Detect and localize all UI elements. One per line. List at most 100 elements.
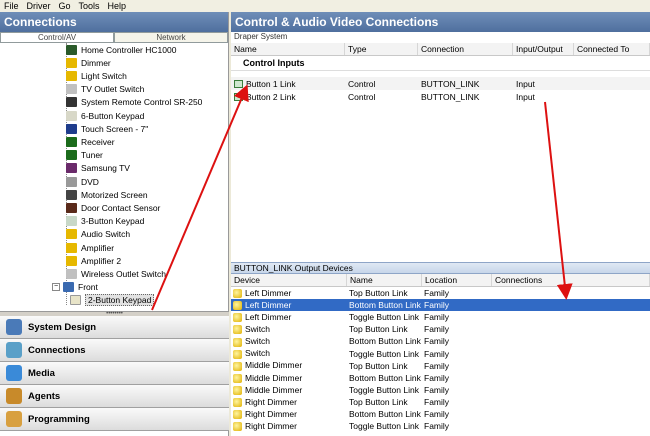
tree-item[interactable]: Dimmer [66,56,111,69]
tree-item[interactable]: Tuner [66,149,103,162]
dimmer-icon [233,337,242,347]
tree-item-front[interactable]: − Front [52,281,98,294]
nav-icon [6,365,22,381]
collapse-icon[interactable]: − [52,283,60,292]
col-input-output[interactable]: Input/Output [513,43,574,55]
output-device-cell: Switch [231,348,347,359]
dimmer-icon [233,301,242,311]
tree-item[interactable]: Motorized Screen [66,188,148,201]
nav-button[interactable]: Media [0,362,229,385]
tree-item[interactable]: 3-Button Keypad [66,215,144,228]
col-connected-to[interactable]: Connected To [574,43,650,55]
tree-item[interactable]: 6-Button Keypad [66,109,144,122]
nav-button[interactable]: Connections [0,339,229,362]
device-icon [66,268,77,279]
output-name-cell: Bottom Button Link [349,300,421,311]
av-connections-title: Control & Audio Video Connections [231,12,650,32]
tree-item[interactable]: Amplifier 2 [66,254,121,267]
dimmer-icon [233,361,242,371]
nav-button[interactable]: Programming [0,408,229,431]
output-device-row[interactable]: Right Dimmer Bottom Button Link Family [231,408,650,420]
output-location-cell: Family [424,396,450,407]
tree-item-label: Light Switch [81,70,127,81]
device-icon [66,136,77,147]
device-icon [66,150,77,161]
output-device-row[interactable]: Left Dimmer Toggle Button Link Family [231,311,650,323]
menu-driver[interactable]: Driver [23,1,55,11]
tree-item[interactable]: Home Controller HC1000 [66,43,176,56]
output-device-row[interactable]: Middle Dimmer Toggle Button Link Family [231,384,650,396]
tree-item-label: Samsung TV [81,163,130,174]
output-device-row[interactable]: Switch Top Button Link Family [231,323,650,335]
control-input-row[interactable]: Button 2 Link Control BUTTON_LINK Input [231,90,650,103]
input-name-cell: Button 2 Link [231,92,345,102]
output-name-cell: Bottom Button Link [349,408,421,419]
tab-control-av[interactable]: Control/AV [0,32,114,42]
input-type-cell: Control [348,78,376,89]
menu-tools[interactable]: Tools [75,1,104,11]
output-device-row[interactable]: Switch Toggle Button Link Family [231,347,650,359]
output-device-row[interactable]: Left Dimmer Top Button Link Family [231,287,650,299]
nav-button-label: Media [28,367,55,379]
nav-button[interactable]: Agents [0,385,229,408]
system-name: Draper System [231,32,650,43]
tree-item[interactable]: Amplifier [66,241,114,254]
dimmer-icon [233,349,242,359]
tree-item[interactable]: Receiver [66,135,115,148]
tree-item[interactable]: Door Contact Sensor [66,201,160,214]
tree-item[interactable]: Light Switch [66,69,127,82]
tree-item-label: Door Contact Sensor [81,202,161,213]
link-icon [234,93,243,102]
col-device[interactable]: Device [231,274,347,286]
control-input-row[interactable]: Button 1 Link Control BUTTON_LINK Input [231,77,650,90]
output-device-row[interactable]: Right Dimmer Top Button Link Family [231,396,650,408]
menu-help[interactable]: Help [104,1,131,11]
menu-file[interactable]: File [0,1,23,11]
col-connections[interactable]: Connections [492,274,650,286]
tree-item-label: 2-Button Keypad [85,294,155,307]
control-inputs-list: Button 1 Link Control BUTTON_LINK Input Butt… [231,77,650,103]
tree-item-label: Receiver [81,136,115,147]
output-location-cell: Family [424,300,450,311]
col-location[interactable]: Location [422,274,492,286]
output-device-row[interactable]: Middle Dimmer Top Button Link Family [231,360,650,372]
nav-button[interactable]: System Design [0,316,229,339]
output-device-row[interactable]: Left Dimmer Bottom Button Link Family [231,299,650,312]
output-device-row[interactable]: Switch Bottom Button Link Family [231,335,650,347]
tree-item[interactable]: Touch Screen - 7" [66,122,148,135]
col-type[interactable]: Type [345,43,418,55]
tree-item[interactable]: Audio Switch [66,228,130,241]
input-io-cell: Input [516,91,535,102]
tree-item[interactable]: Wireless Outlet Switch [66,267,166,280]
tree-item-label: Home Controller HC1000 [81,44,177,55]
nav-icon [6,388,22,404]
output-name-cell: Toggle Button Link [349,312,419,323]
tree-item[interactable]: System Remote Control SR-250 [66,96,202,109]
device-tree[interactable]: Home Controller HC1000 Dimmer Light Switch… [0,43,229,311]
col-connection[interactable]: Connection [418,43,513,55]
device-icon [66,84,77,95]
tab-network[interactable]: Network [114,32,228,42]
output-location-cell: Family [424,312,450,323]
input-name-cell: Button 1 Link [231,79,345,89]
menu-go[interactable]: Go [55,1,75,11]
tree-item[interactable]: Samsung TV [66,162,130,175]
tree-item-label: Touch Screen - 7" [81,123,149,134]
device-icon [66,216,77,227]
device-icon [66,229,77,240]
output-device-cell: Right Dimmer [231,397,347,408]
output-device-cell: Right Dimmer [231,409,347,420]
tree-item-selected[interactable]: 2-Button Keypad [70,294,155,307]
output-location-cell: Family [424,348,450,359]
nav-button-label: Agents [28,390,61,402]
col-name[interactable]: Name [231,43,345,55]
output-device-row[interactable]: Middle Dimmer Bottom Button Link Family [231,372,650,384]
output-devices-list: Left Dimmer Top Button Link Family Left Dim… [231,287,650,432]
output-device-row[interactable]: Right Dimmer Toggle Button Link Family [231,420,650,432]
tree-item[interactable]: DVD [66,175,99,188]
output-device-cell: Left Dimmer [231,288,347,299]
connections-tabs: Control/AV Network [0,32,228,43]
tree-item[interactable]: TV Outlet Switch [66,83,144,96]
nav-button-label: Programming [28,413,90,425]
col-output-name[interactable]: Name [347,274,422,286]
